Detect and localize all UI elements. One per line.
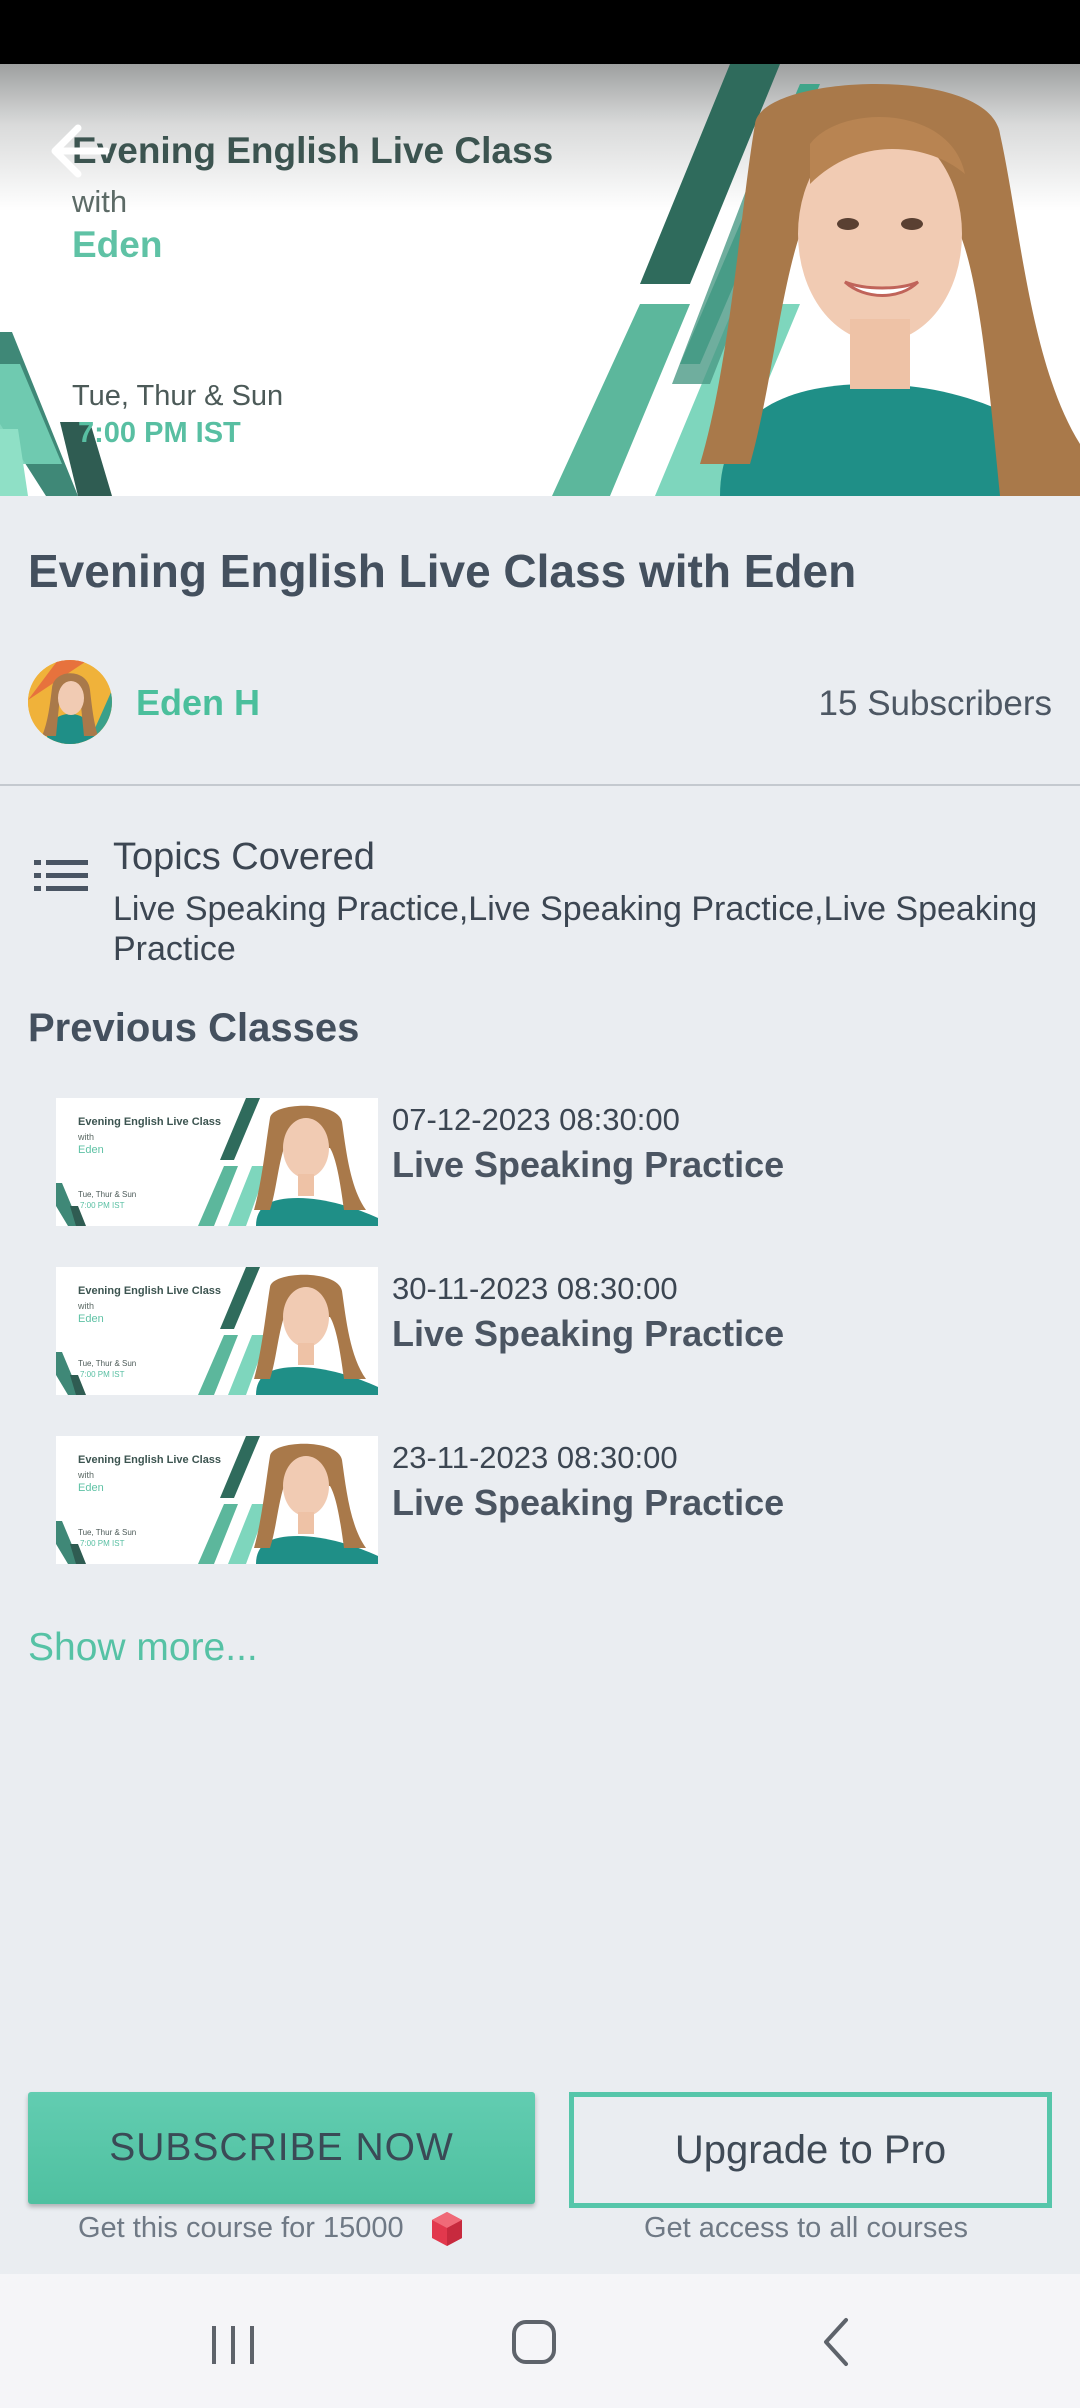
thumb-time: 7:00 PM IST [80, 1201, 125, 1210]
banner-with: with [72, 184, 128, 219]
upgrade-note: Get access to all courses [644, 2212, 968, 2244]
gem-icon [432, 2212, 462, 2246]
author-name[interactable]: Eden H [136, 682, 260, 724]
class-title: Live Speaking Practice [392, 1313, 785, 1354]
subscribe-price-note: Get this course for 15000 [78, 2212, 404, 2244]
class-date: 07-12-2023 08:30:00 [392, 1102, 680, 1137]
course-title: Evening English Live Class with Eden [28, 545, 857, 597]
thumb-with: with [78, 1470, 95, 1480]
class-thumbnail[interactable]: Evening English Live Class with Eden Tue… [56, 1098, 378, 1226]
thumb-time: 7:00 PM IST [80, 1539, 125, 1548]
course-banner: Evening English Live Class with Eden Tue… [0, 64, 1080, 496]
thumb-name: Eden [78, 1313, 104, 1325]
class-thumbnail[interactable]: Evening English Live Class with Eden Tue… [56, 1436, 378, 1564]
thumb-days: Tue, Thur & Sun [78, 1528, 137, 1537]
previous-class-item[interactable]: Evening English Live Class with Eden Tue… [56, 1098, 1056, 1226]
show-more-link[interactable]: Show more... [28, 1626, 258, 1670]
thumb-title: Evening English Live Class [78, 1454, 222, 1466]
list-icon [34, 860, 88, 891]
thumb-time: 7:00 PM IST [80, 1370, 125, 1379]
subscriber-count: 15 Subscribers [818, 684, 1052, 723]
system-nav-bar [0, 2274, 1080, 2408]
previous-classes-heading: Previous Classes [28, 1006, 360, 1050]
thumb-name: Eden [78, 1482, 104, 1494]
thumb-title: Evening English Live Class [78, 1285, 222, 1297]
subscribe-now-button[interactable]: SUBSCRIBE NOW [28, 2092, 535, 2204]
divider [0, 784, 1080, 786]
banner-instructor-name: Eden [72, 224, 163, 265]
class-title: Live Speaking Practice [392, 1482, 785, 1523]
back-arrow-icon[interactable] [44, 116, 114, 186]
author-avatar[interactable] [28, 660, 112, 744]
class-date: 23-11-2023 08:30:00 [392, 1440, 678, 1475]
previous-class-item[interactable]: Evening English Live Class with Eden Tue… [56, 1436, 1056, 1564]
status-bar [0, 0, 1080, 64]
thumb-name: Eden [78, 1144, 104, 1156]
thumb-days: Tue, Thur & Sun [78, 1359, 137, 1368]
class-thumbnail[interactable]: Evening English Live Class with Eden Tue… [56, 1267, 378, 1395]
thumb-title: Evening English Live Class [78, 1116, 222, 1128]
thumb-days: Tue, Thur & Sun [78, 1190, 137, 1199]
recents-icon[interactable] [198, 2314, 268, 2370]
upgrade-to-pro-button[interactable]: Upgrade to Pro [569, 2092, 1052, 2208]
topics-text: Live Speaking Practice,Live Speaking Pra… [113, 890, 1038, 968]
back-icon[interactable] [804, 2314, 874, 2370]
topics-heading: Topics Covered [113, 836, 375, 878]
banner-time: 7:00 PM IST [78, 417, 241, 449]
previous-class-item[interactable]: Evening English Live Class with Eden Tue… [56, 1267, 1056, 1395]
home-icon[interactable] [500, 2314, 570, 2370]
banner-title: Evening English Live Class [72, 130, 554, 171]
instructor-photo [700, 84, 1080, 496]
author-row[interactable]: Eden H 15 Subscribers [28, 660, 1052, 746]
banner-days: Tue, Thur & Sun [72, 380, 284, 412]
thumb-with: with [78, 1301, 95, 1311]
class-title: Live Speaking Practice [392, 1144, 785, 1185]
class-date: 30-11-2023 08:30:00 [392, 1271, 678, 1306]
thumb-with: with [78, 1132, 95, 1142]
